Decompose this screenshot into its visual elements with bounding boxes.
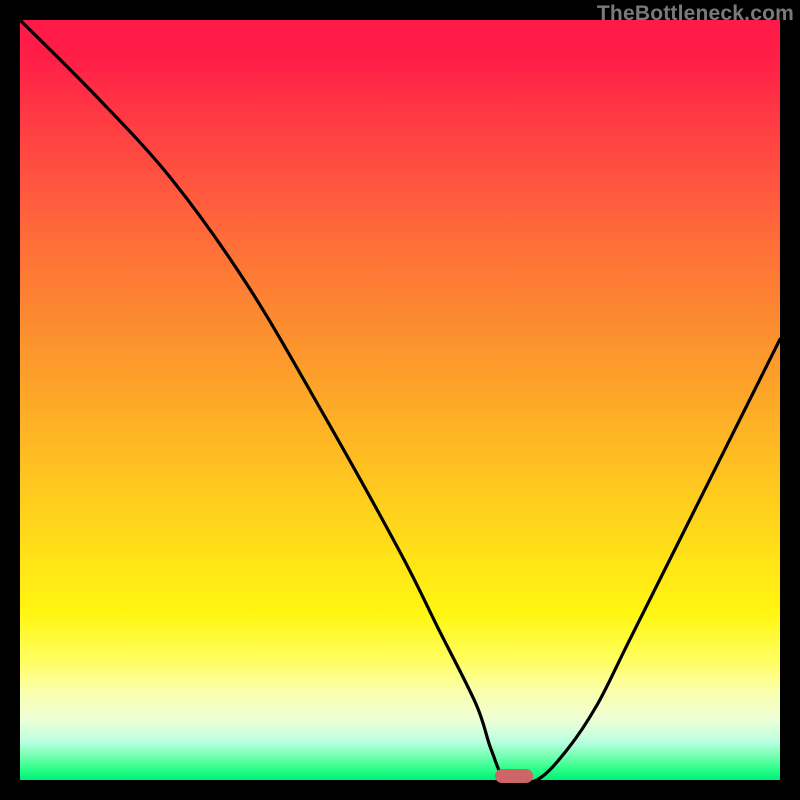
watermark-text: TheBottleneck.com bbox=[597, 2, 794, 26]
bottleneck-curve bbox=[20, 20, 780, 780]
plot-area bbox=[20, 20, 780, 780]
optimal-marker bbox=[495, 769, 533, 783]
chart-frame: TheBottleneck.com bbox=[0, 0, 800, 800]
